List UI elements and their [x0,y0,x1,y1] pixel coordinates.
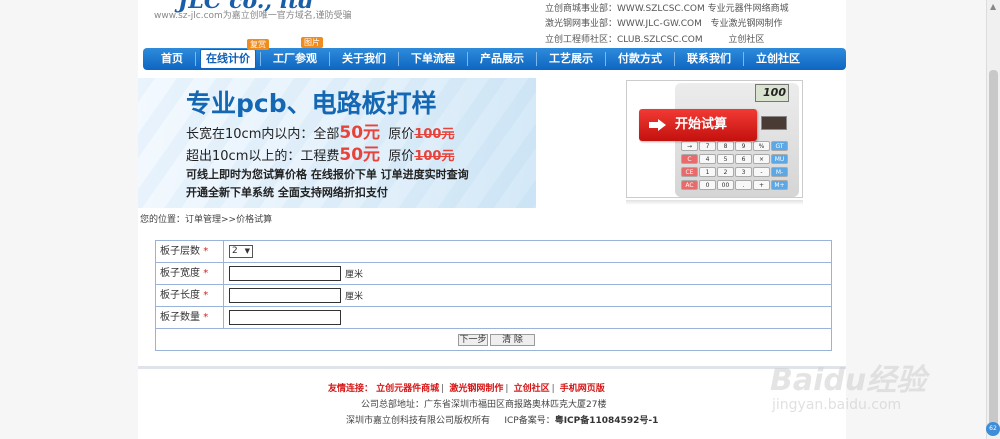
calc-key: 1 [699,167,716,177]
calc-key: GT [771,141,788,151]
layers-cell: 2 ▼ [229,241,253,262]
nav-item-factory-tour[interactable]: 工厂参观 图片 [261,37,329,70]
calc-key: 0 [699,180,716,190]
calc-key: AC [681,180,698,190]
calc-key: 2 [717,167,734,177]
banner-price-line-2: 超出10cm以上的：工程费50元 原价100元 [186,145,455,165]
form-row-width: 板子宽度 * 厘米 [156,263,831,285]
length-cell: 厘米 [229,285,363,306]
quantity-label: 板子数量 * [156,307,224,328]
calc-key: C [681,154,698,164]
watermark-logo: Baidu经验 [770,363,927,398]
site-logo[interactable]: JLC co., ltd www.sz-jlc.com为嘉立创唯一官方域名,谨防… [150,0,380,40]
form-row-quantity: 板子数量 * [156,307,831,329]
vertical-scrollbar[interactable]: ▲ [986,0,1000,439]
length-label: 板子长度 * [156,285,224,306]
banner-title: 专业pcb、电路板打样 [186,89,437,118]
nav-item-products[interactable]: 产品展示 [468,48,536,70]
header-link-row[interactable]: 立创工程师社区：CLUB.SZLCSC.COM 立创社区 [545,32,764,45]
promo-banner[interactable]: 专业pcb、电路板打样 长宽在10cm内以内：全部50元 原价100元 超出10… [138,78,536,208]
calculator-keypad: → 7 8 9 % GT C 4 5 6 × MU CE 1 2 3 - M- … [681,141,791,190]
form-row-length: 板子长度 * 厘米 [156,285,831,307]
header-link-row[interactable]: 激光钢网事业部：WWW.JLC-GW.COM 专业激光钢网制作 [545,16,783,29]
footer-link-stencil[interactable]: 激光钢网制作 [449,384,503,394]
start-calculation-button[interactable]: 开始试算 [639,109,757,141]
calc-key: 3 [735,167,752,177]
footer-link-mobile[interactable]: 手机网页版 [560,384,605,394]
layers-select[interactable]: 2 ▼ [229,245,253,258]
corner-status-icon: 62 [986,422,1000,436]
calc-key: × [753,154,770,164]
calc-key: 6 [735,154,752,164]
quantity-input[interactable] [229,310,341,325]
scroll-thumb[interactable] [989,70,998,430]
dropdown-arrow-icon: ▼ [244,247,250,255]
nav-badge-photos: 图片 [301,37,323,48]
left-gutter [0,0,138,439]
nav-item-process[interactable]: 工艺展示 [537,48,605,70]
friend-links: 友情连接： 立创元器件商城 | 激光钢网制作 | 立创社区 | 手机网页版 [328,384,605,394]
baidu-jingyan-watermark: Baidu经验 jingyan.baidu.com [770,355,980,435]
nav-separator [195,52,196,66]
calc-key: 00 [717,180,734,190]
nav-item-home[interactable]: 首页 [149,48,195,70]
calc-key: 9 [735,141,752,151]
calc-key: 5 [717,154,734,164]
header-link-row[interactable]: 立创商城事业部：WWW.SZLCSC.COM 专业元器件网络商城 [545,1,789,14]
calc-key: % [753,141,770,151]
footer-link-community[interactable]: 立创社区 [514,384,550,394]
calc-key: MU [771,154,788,164]
calc-key: 4 [699,154,716,164]
calc-key: - [753,167,770,177]
width-label: 板子宽度 * [156,263,224,284]
icp-number: 粤ICP备11084592号-1 [554,416,659,426]
nav-item-contact[interactable]: 联系我们 [675,48,743,70]
banner-note-1: 可线上即时为您试算价格 在线报价下单 订单进度实时查询 [186,168,469,181]
breadcrumb: 您的位置：订单管理>>价格试算 [140,215,273,225]
footer-address: 公司总部地址：广东省深圳市福田区商报路奥林匹克大厦27楼 [361,400,607,410]
calculator-promo[interactable]: 100 → 7 8 9 % GT C 4 5 6 × MU CE 1 2 3 -… [626,80,803,198]
calculator-solar-panel [761,116,787,130]
length-unit: 厘米 [345,292,364,302]
calc-key: M- [771,167,788,177]
next-step-button[interactable]: 下一步 [458,334,488,346]
calc-key: → [681,141,698,151]
length-input[interactable] [229,288,341,303]
layers-label: 板子层数 * [156,241,224,262]
calc-key: 8 [717,141,734,151]
footer-link-component-mall[interactable]: 立创元器件商城 [376,384,439,394]
calc-key: . [735,180,752,190]
calc-key: + [753,180,770,190]
calculator-display: 100 [755,84,789,102]
calc-key: CE [681,167,698,177]
footer-copyright: 深圳市嘉立创科技有限公司版权所有 ICP备案号：粤ICP备11084592号-1 [346,416,659,426]
calculator-shadow [626,200,803,205]
nav-item-payment[interactable]: 付款方式 [606,48,674,70]
quantity-cell [229,307,341,328]
scroll-up-arrow-icon[interactable]: ▲ [990,2,996,11]
width-input[interactable] [229,266,341,281]
width-unit: 厘米 [345,270,364,280]
banner-note-2: 开通全新下单系统 全面支持网络折扣支付 [186,186,388,199]
footer-divider [138,366,846,369]
nav-item-community[interactable]: 立创社区 [744,48,812,70]
nav-item-online-quote[interactable]: 在线计价 复赏 [200,39,269,69]
width-cell: 厘米 [229,263,363,284]
main-nav: 首页 在线计价 复赏 工厂参观 图片 关于我们 下单流程 产品展示 工艺展示 付… [143,37,846,70]
calc-key: 7 [699,141,716,151]
calc-key: M+ [771,180,788,190]
form-row-layers: 板子层数 * 2 ▼ [156,241,831,263]
nav-item-about-us[interactable]: 关于我们 [330,48,398,70]
clear-button[interactable]: 清 除 [490,334,535,346]
nav-item-order-process[interactable]: 下单流程 [399,48,467,70]
logo-tagline: www.sz-jlc.com为嘉立创唯一官方域名,谨防受骗 [154,11,352,21]
watermark-url: jingyan.baidu.com [772,397,902,413]
